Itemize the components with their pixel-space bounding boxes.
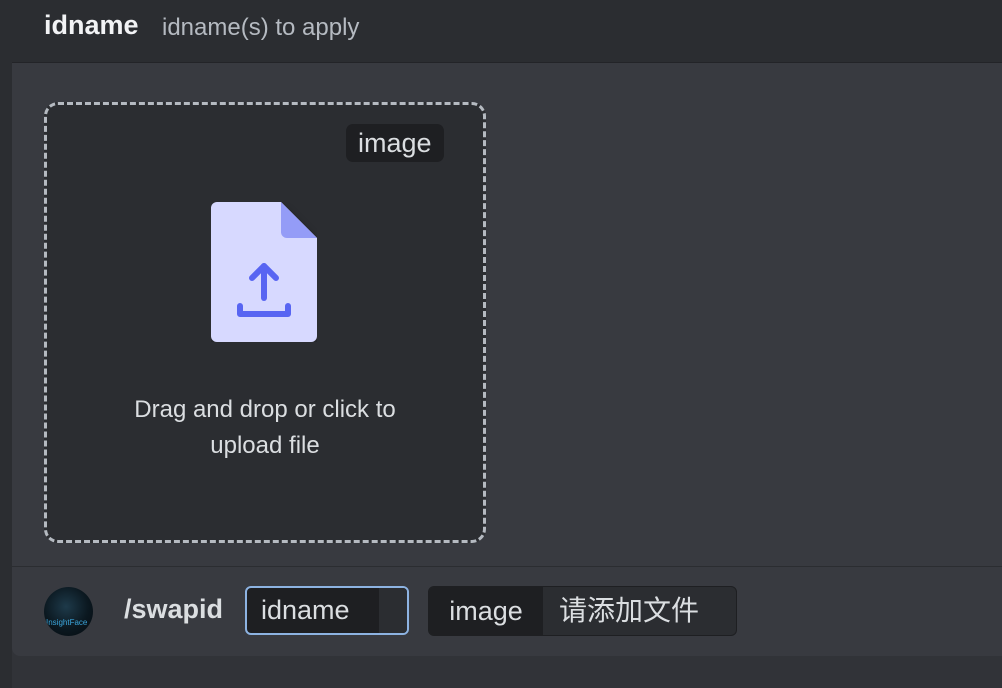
option-description: idname(s) to apply [162, 14, 360, 41]
left-gutter [0, 0, 12, 688]
avatar-logo-text: InsightFace [46, 618, 88, 627]
option-header: idname idname(s) to apply [12, 0, 1002, 63]
image-option-label: image [429, 587, 543, 635]
file-dropzone[interactable]: image Drag and drop or click to upload f… [44, 102, 486, 543]
composer-divider [12, 566, 1002, 567]
image-option-chip[interactable]: image 请添加文件 [428, 586, 737, 636]
option-name: idname [44, 10, 139, 40]
dropzone-text-line1: Drag and drop or click to [134, 396, 396, 423]
dropzone-text-line2: upload file [210, 432, 320, 459]
app-window: idname idname(s) to apply image Drag and… [0, 0, 1002, 688]
slash-command-panel: idname idname(s) to apply image Drag and… [12, 0, 1002, 656]
image-option-value[interactable]: 请添加文件 [543, 587, 736, 635]
idname-value-input[interactable] [379, 588, 407, 633]
file-upload-icon [211, 202, 317, 342]
idname-option-chip[interactable]: idname [245, 586, 409, 635]
idname-option-label: idname [261, 595, 350, 625]
dropzone-instructions: Drag and drop or click to upload file [47, 392, 483, 464]
slash-command-name: /swapid [124, 594, 224, 624]
bot-avatar[interactable]: InsightFace [44, 587, 93, 636]
dropzone-option-tag: image [346, 124, 444, 162]
